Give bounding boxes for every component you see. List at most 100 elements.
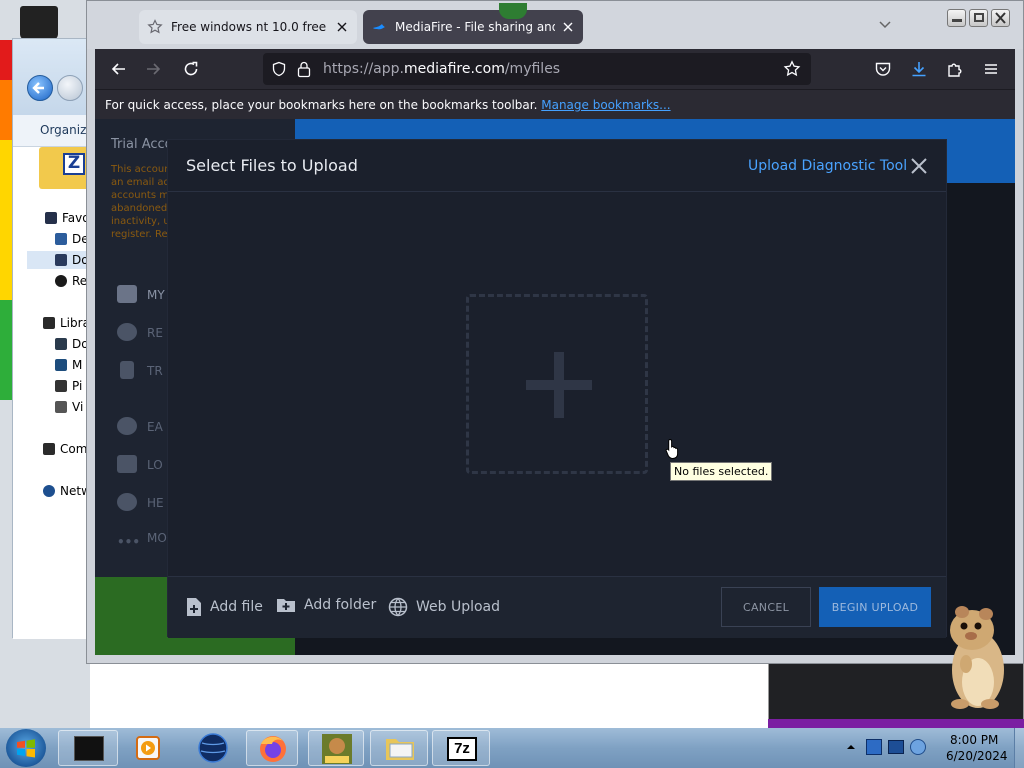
- taskbar-box-game[interactable]: [308, 730, 364, 766]
- cmd-icon: [74, 736, 104, 761]
- taskbar-7zip[interactable]: 7z: [432, 730, 490, 766]
- sidebar-item-help[interactable]: HE: [117, 493, 164, 511]
- plus-circle-icon: [117, 417, 137, 435]
- folder-icon: [386, 739, 414, 760]
- dialog-footer: Add file Add folder Web Upload CANCEL BE…: [168, 576, 946, 638]
- clock-time[interactable]: 8:00 PM: [950, 733, 998, 747]
- manage-bookmarks-link[interactable]: Manage bookmarks...: [541, 98, 670, 112]
- tab-strip: Free windows nt 10.0 free dow MediaFire …: [87, 1, 1023, 49]
- close-icon: [995, 12, 1006, 24]
- upload-diagnostic-link[interactable]: Upload Diagnostic Tool: [748, 158, 907, 174]
- url-text[interactable]: https://app.mediafire.com/myfiles: [323, 61, 560, 77]
- tree-item-music[interactable]: M: [55, 358, 82, 372]
- tree-item-favorites[interactable]: Favo: [45, 211, 90, 225]
- tree-item-documents[interactable]: Do: [55, 337, 89, 351]
- explorer-toolbar: Organize: [13, 115, 94, 147]
- begin-upload-button[interactable]: BEGIN UPLOAD: [819, 587, 931, 627]
- mediafire-page: Trial Acco This accoun an email ad accou…: [95, 119, 1015, 655]
- taskbar-media-player[interactable]: [126, 730, 170, 766]
- profile-badge-icon: [499, 3, 527, 19]
- close-tab-icon[interactable]: [561, 20, 575, 34]
- sidebar-item-trash[interactable]: TR: [117, 361, 163, 379]
- explorer-nav-bar: [13, 39, 93, 115]
- trash-icon: [120, 361, 134, 379]
- help-icon: [117, 493, 137, 511]
- shield-icon[interactable]: [271, 61, 287, 77]
- tree-item-videos[interactable]: Vi: [55, 400, 83, 414]
- maximize-button[interactable]: [969, 9, 988, 27]
- back-button[interactable]: [107, 57, 131, 81]
- pocket-icon: [875, 62, 891, 76]
- sidebar-item-more[interactable]: ••• MO: [117, 531, 167, 553]
- tree-item-computer[interactable]: Com: [43, 442, 87, 456]
- sidebar-item-recent[interactable]: RE: [117, 323, 163, 341]
- reload-icon: [184, 61, 198, 76]
- puzzle-icon: [948, 63, 962, 77]
- logout-icon: [117, 455, 137, 473]
- pocket-button[interactable]: [871, 57, 895, 81]
- tree-item-network[interactable]: Netw: [43, 484, 91, 498]
- downloads-button[interactable]: [907, 57, 931, 81]
- close-icon[interactable]: [910, 157, 928, 175]
- forward-arrow-icon[interactable]: [57, 75, 83, 101]
- tab-windows-nt[interactable]: Free windows nt 10.0 free dow: [139, 10, 357, 44]
- pictures-icon: [55, 380, 67, 392]
- add-file-button[interactable]: Add file: [186, 597, 263, 617]
- show-desktop-button[interactable]: [1014, 728, 1024, 768]
- hamburger-icon: [985, 64, 997, 74]
- sidebar-item-myfiles[interactable]: MY: [117, 285, 165, 303]
- sidebar-item-logout[interactable]: LO: [117, 455, 163, 473]
- lock-icon[interactable]: [297, 60, 311, 78]
- videos-icon: [55, 401, 67, 413]
- add-folder-icon: [277, 599, 295, 612]
- more-dots-icon: •••: [117, 535, 141, 549]
- close-tab-icon[interactable]: [335, 20, 349, 34]
- url-bar[interactable]: https://app.mediafire.com/myfiles: [263, 53, 811, 85]
- star-favicon-icon: [147, 19, 163, 34]
- tray-app-icon[interactable]: [866, 739, 882, 755]
- volume-tray-icon[interactable]: [910, 739, 926, 755]
- 7zip-icon: Z: [63, 153, 85, 175]
- add-file-icon: [187, 598, 201, 616]
- list-all-tabs-icon[interactable]: [879, 21, 891, 29]
- start-button[interactable]: [6, 729, 46, 767]
- dialog-header: Select Files to Upload Upload Diagnostic…: [168, 140, 946, 192]
- background-window-strip: [768, 719, 1024, 728]
- hand-cursor-icon: [665, 438, 679, 460]
- tab-mediafire[interactable]: MediaFire - File sharing and st: [363, 10, 583, 44]
- clock-date[interactable]: 6/20/2024: [946, 749, 1008, 763]
- computer-icon: [43, 443, 55, 455]
- bookmark-star-icon[interactable]: [783, 60, 801, 78]
- globe-icon: [388, 597, 408, 617]
- file-drop-zone[interactable]: [466, 294, 648, 474]
- close-window-button[interactable]: [991, 9, 1010, 27]
- reload-button[interactable]: [179, 57, 203, 81]
- tree-item-pictures[interactable]: Pi: [55, 379, 82, 393]
- back-arrow-icon[interactable]: [27, 75, 53, 101]
- taskbar: 7z 8:00 PM 6/20/2024: [0, 728, 1024, 768]
- web-upload-button[interactable]: Web Upload: [388, 597, 500, 617]
- taskbar-command-window[interactable]: [58, 730, 118, 766]
- add-folder-button[interactable]: Add folder: [276, 597, 376, 613]
- taskbar-folder-app[interactable]: [370, 730, 428, 766]
- sidebar-item-earn[interactable]: EA: [117, 417, 163, 435]
- tray-expand-icon[interactable]: [846, 742, 856, 752]
- mediafire-favicon-icon: [373, 24, 385, 30]
- desktop-icon[interactable]: [20, 6, 58, 40]
- cancel-button[interactable]: CANCEL: [721, 587, 811, 627]
- extensions-button[interactable]: [943, 57, 967, 81]
- tooltip: No files selected.: [670, 462, 773, 481]
- tree-item-downloads[interactable]: Do: [27, 251, 93, 269]
- windows-logo-icon: [17, 739, 35, 758]
- taskbar-globe-app[interactable]: [188, 730, 238, 766]
- network-tray-icon[interactable]: [888, 740, 904, 754]
- upload-dialog: Select Files to Upload Upload Diagnostic…: [167, 139, 947, 638]
- dialog-title: Select Files to Upload: [186, 156, 358, 175]
- taskbar-firefox[interactable]: [246, 730, 298, 766]
- tree-item-desktop[interactable]: De: [55, 232, 89, 246]
- tree-item-recent[interactable]: Re: [55, 274, 87, 288]
- minimize-button[interactable]: [947, 9, 966, 27]
- app-menu-button[interactable]: [979, 57, 1003, 81]
- forward-button[interactable]: [141, 57, 165, 81]
- tree-item-libraries[interactable]: Libra: [43, 316, 90, 330]
